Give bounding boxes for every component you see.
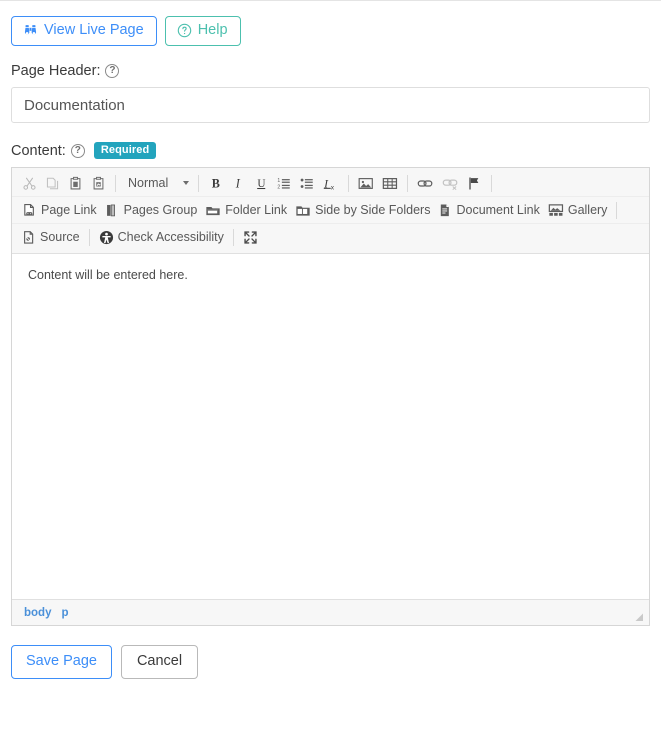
resize-grip-icon[interactable] — [632, 609, 644, 621]
toolbar-row-formatting: Normal B I U 1 2 I x — [12, 170, 649, 197]
elements-path-item-body[interactable]: body — [24, 607, 51, 619]
binoculars-icon — [23, 24, 38, 38]
required-badge: Required — [93, 142, 157, 159]
page-header-label: Page Header: — [11, 63, 101, 79]
editor-statusbar: body p — [12, 599, 649, 625]
chevron-down-icon — [183, 181, 189, 185]
document-link-icon — [438, 203, 452, 218]
side-by-side-folders-button[interactable]: Side by Side Folders — [291, 201, 434, 220]
page-header-help-icon[interactable]: ? — [105, 64, 120, 78]
svg-text:I: I — [235, 176, 241, 190]
check-accessibility-button[interactable]: Check Accessibility — [95, 228, 228, 247]
top-action-bar: View Live Page Help — [11, 16, 650, 46]
check-accessibility-label: Check Accessibility — [117, 230, 224, 245]
remove-format-icon[interactable]: I x — [319, 174, 343, 193]
editor-body-text: Content will be entered here. — [28, 268, 188, 282]
page-container: View Live Page Help Page Header: ? Conte… — [0, 0, 661, 626]
source-icon — [22, 230, 36, 245]
toolbar-separator — [348, 174, 349, 192]
document-link-label: Document Link — [456, 202, 540, 217]
folder-link-button[interactable]: Folder Link — [201, 201, 291, 220]
gallery-icon — [548, 203, 564, 218]
paste-icon[interactable] — [64, 174, 87, 193]
view-live-page-label: View Live Page — [44, 22, 144, 39]
toolbar-separator — [232, 229, 234, 246]
document-link-button[interactable]: Document Link — [434, 201, 543, 220]
accessibility-icon — [99, 230, 114, 245]
bold-icon[interactable]: B — [204, 174, 227, 193]
paste-from-word-icon[interactable] — [87, 174, 110, 193]
content-label-row: Content: ? Required — [11, 142, 650, 159]
help-label: Help — [197, 22, 228, 39]
paragraph-format-value: Normal — [128, 176, 169, 190]
toolbar-separator — [88, 229, 90, 246]
pages-group-label: Pages Group — [123, 202, 198, 217]
elements-path: body p — [24, 607, 69, 619]
toolbar-separator — [491, 174, 492, 192]
italic-icon[interactable]: I — [227, 174, 250, 193]
link-icon[interactable] — [413, 174, 438, 193]
top-divider — [0, 0, 661, 1]
toolbar-separator — [616, 201, 618, 219]
source-label: Source — [40, 230, 80, 245]
toolbar-row-tools: Source Check Accessibility — [12, 224, 649, 251]
help-button[interactable]: Help — [164, 16, 241, 46]
editor-toolbar: Normal B I U 1 2 I x Page Link Pages Gro… — [12, 168, 649, 254]
cut-icon[interactable] — [18, 174, 41, 193]
anchor-flag-icon[interactable] — [463, 174, 486, 193]
page-header-input[interactable] — [11, 87, 650, 123]
svg-text:1: 1 — [277, 178, 280, 184]
svg-text:B: B — [212, 176, 220, 190]
toolbar-separator — [407, 174, 408, 192]
source-button[interactable]: Source — [18, 228, 84, 247]
page-link-button[interactable]: Page Link — [18, 201, 101, 220]
paragraph-format-select[interactable]: Normal — [121, 173, 193, 193]
toolbar-separator — [115, 174, 116, 192]
folder-link-icon — [205, 203, 221, 218]
underline-icon[interactable]: U — [250, 174, 273, 193]
table-icon[interactable] — [378, 174, 402, 193]
copy-icon[interactable] — [41, 174, 64, 193]
elements-path-item-p[interactable]: p — [61, 607, 68, 619]
content-label: Content: — [11, 142, 66, 159]
editor-content-area[interactable]: Content will be entered here. — [12, 254, 649, 599]
question-circle-icon — [177, 23, 192, 38]
page-link-label: Page Link — [41, 202, 97, 217]
gallery-button[interactable]: Gallery — [544, 201, 612, 220]
unlink-icon[interactable] — [438, 174, 463, 193]
view-live-page-button[interactable]: View Live Page — [11, 16, 157, 46]
page-link-icon — [22, 203, 37, 218]
page-header-label-row: Page Header: ? — [11, 63, 650, 79]
bulleted-list-icon[interactable] — [296, 174, 319, 193]
save-page-button[interactable]: Save Page — [11, 645, 112, 679]
pages-group-icon — [105, 203, 120, 218]
gallery-label: Gallery — [567, 202, 608, 217]
toolbar-separator — [198, 174, 199, 192]
numbered-list-icon[interactable]: 1 2 — [273, 174, 296, 193]
maximize-icon[interactable] — [239, 228, 262, 247]
rich-text-editor: Normal B I U 1 2 I x Page Link Pages Gro… — [11, 167, 650, 626]
content-help-icon[interactable]: ? — [70, 143, 85, 158]
form-footer: Save Page Cancel — [0, 645, 661, 679]
svg-text:x: x — [331, 184, 335, 191]
image-icon[interactable] — [354, 174, 378, 193]
svg-text:2: 2 — [277, 184, 280, 190]
side-by-side-folders-icon — [295, 203, 311, 218]
folder-link-label: Folder Link — [225, 202, 288, 217]
toolbar-row-links: Page Link Pages Group Folder Link Side b… — [12, 197, 649, 224]
cancel-button[interactable]: Cancel — [120, 645, 199, 679]
side-by-side-folders-label: Side by Side Folders — [315, 202, 431, 217]
pages-group-button[interactable]: Pages Group — [101, 201, 202, 220]
